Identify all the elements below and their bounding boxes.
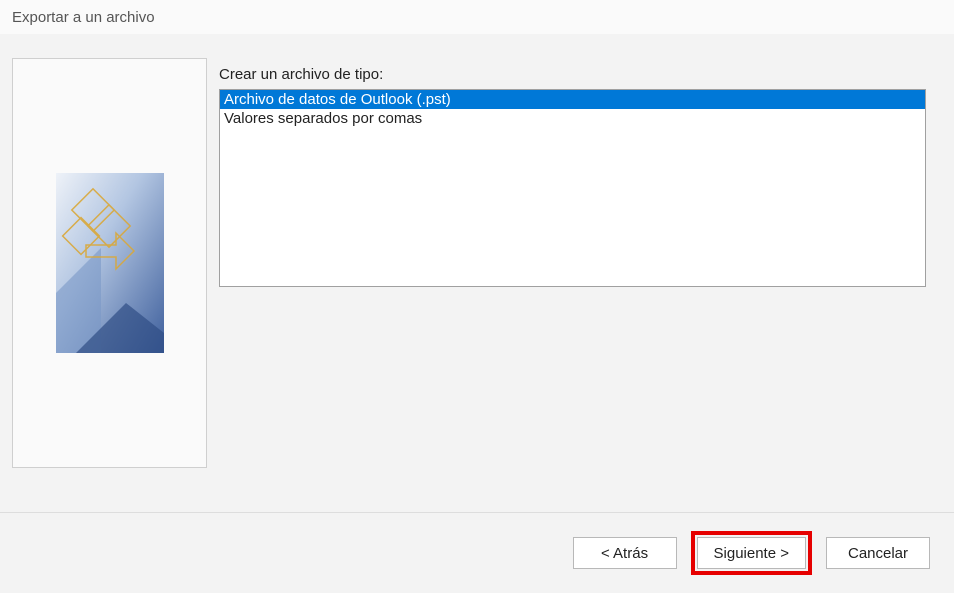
main-panel: Crear un archivo de tipo: Archivo de dat… [219, 58, 942, 500]
cancel-button[interactable]: Cancelar [826, 537, 930, 569]
back-button[interactable]: < Atrás [573, 537, 677, 569]
list-item[interactable]: Archivo de datos de Outlook (.pst) [220, 90, 925, 109]
titlebar: Exportar a un archivo [0, 0, 954, 34]
file-type-listbox[interactable]: Archivo de datos de Outlook (.pst) Valor… [219, 89, 926, 287]
next-button-highlight: Siguiente > [691, 531, 812, 575]
next-button[interactable]: Siguiente > [697, 537, 806, 569]
wizard-footer: < Atrás Siguiente > Cancelar [0, 512, 954, 593]
wizard-sidebar [12, 58, 207, 468]
content-area: Crear un archivo de tipo: Archivo de dat… [0, 34, 954, 512]
export-wizard-window: Exportar a un archivo [0, 0, 954, 593]
window-title: Exportar a un archivo [12, 9, 155, 26]
list-item[interactable]: Valores separados por comas [220, 109, 925, 128]
wizard-decorative-image [56, 173, 164, 353]
file-type-prompt: Crear un archivo de tipo: [219, 66, 926, 83]
